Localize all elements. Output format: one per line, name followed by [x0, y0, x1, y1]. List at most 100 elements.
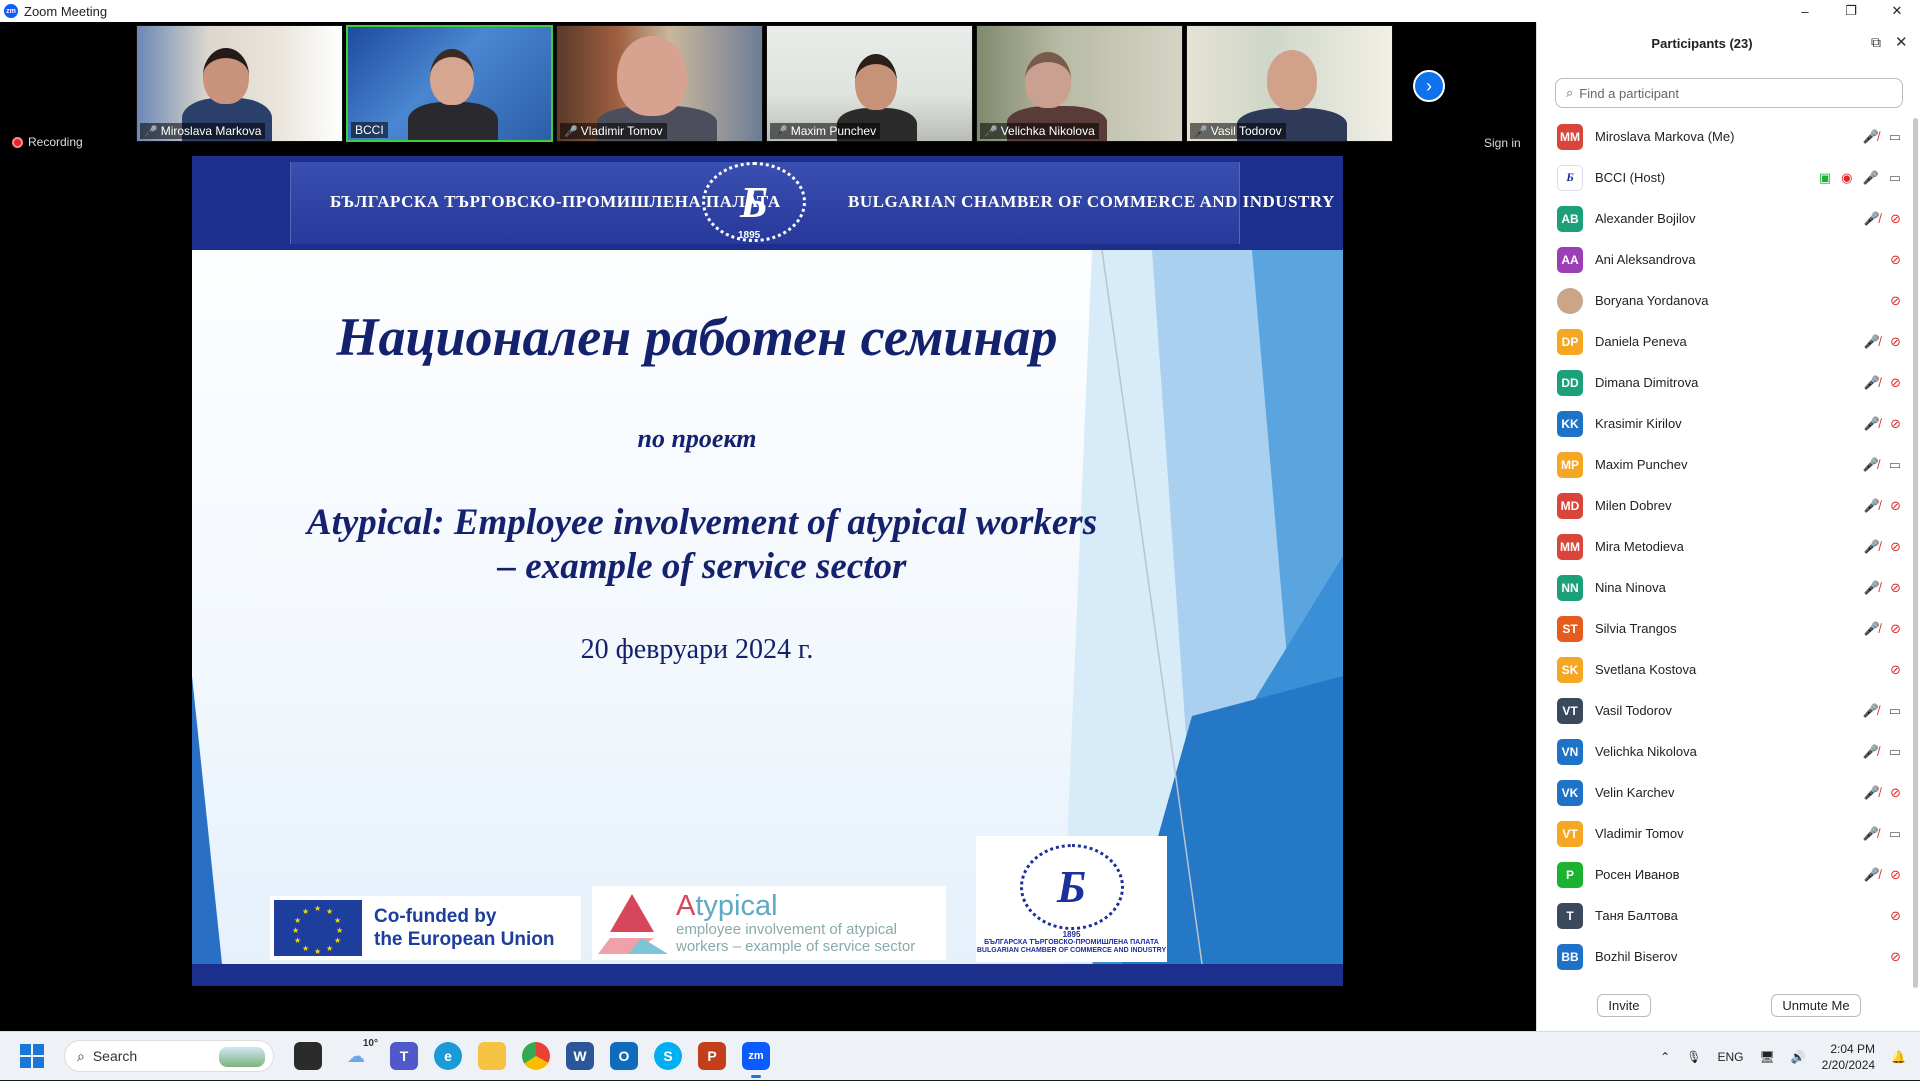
mic-muted-icon: 🎤 [1194, 125, 1208, 138]
participant-avatar: MM [1557, 533, 1583, 560]
participant-row[interactable]: MP Maxim Punchev 🎤̸ ▭ [1537, 444, 1920, 485]
network-icon[interactable]: 🖥 [1759, 1050, 1774, 1064]
clock[interactable]: 2:04 PM 2/20/2024 [1822, 1041, 1875, 1073]
windows-taskbar: ⌕ Search ☁ 10° T e W O S P zm ⌃ 🎙 ENG 🖥 … [0, 1031, 1920, 1080]
skype-app-icon[interactable]: S [654, 1042, 682, 1070]
thumbnail-name: Vasil Todorov [1210, 124, 1282, 138]
camera-off-icon: ⊘ [1890, 907, 1901, 923]
eu-logo-line-1: Co-funded by [374, 906, 497, 927]
camera-off-icon: ⊘ [1890, 538, 1901, 554]
participant-row[interactable]: KK Krasimir Kirilov 🎤̸ ⊘ [1537, 403, 1920, 444]
next-page-arrow-icon[interactable]: › [1413, 70, 1445, 102]
participant-name: Mira Metodieva [1595, 539, 1684, 554]
mic-muted-icon: 🎤̸ [1862, 743, 1879, 759]
participant-row[interactable]: AA Ani Aleksandrova ⊘ [1537, 239, 1920, 280]
chevron-up-icon[interactable]: ⌃ [1660, 1050, 1670, 1064]
participant-search-input[interactable]: ⌕ Find a participant [1555, 78, 1903, 108]
participant-row[interactable]: P Росен Иванов 🎤̸ ⊘ [1537, 854, 1920, 895]
recording-indicator[interactable]: Recording [12, 135, 83, 149]
participant-row[interactable]: T Таня Балтова ⊘ [1537, 895, 1920, 936]
outlook-app-icon[interactable]: O [610, 1042, 638, 1070]
video-thumbnail[interactable]: 🎤 Maxim Punchev [766, 25, 973, 142]
recording-label: Recording [28, 135, 83, 149]
edge-app-icon[interactable]: e [434, 1042, 462, 1070]
windows-start-icon[interactable] [20, 1044, 44, 1068]
camera-on-icon: ▭ [1888, 825, 1901, 841]
close-icon[interactable]: ✕ [1895, 33, 1908, 51]
participant-name: Maxim Punchev [1595, 457, 1688, 472]
powerpoint-app-icon[interactable]: P [698, 1042, 726, 1070]
participant-row[interactable]: DD Dimana Dimitrova 🎤̸ ⊘ [1537, 362, 1920, 403]
system-tray: ⌃ 🎙 ENG 🖥 🔊 2:04 PM 2/20/2024 🔔 [1660, 1032, 1920, 1081]
participant-row[interactable]: AB Alexander Bojilov 🎤̸ ⊘ [1537, 198, 1920, 239]
mic-muted-icon: 🎤̸ [1863, 866, 1881, 882]
file-explorer-icon[interactable] [478, 1042, 506, 1070]
project-line-2: – example of service sector [497, 546, 907, 587]
maximize-button[interactable]: ❐ [1828, 0, 1874, 22]
participant-row[interactable]: NN Nina Ninova 🎤̸ ⊘ [1537, 567, 1920, 608]
slide-project-name: Atypical: Employee involvement of atypic… [232, 501, 1172, 589]
participant-row[interactable]: SK Svetlana Kostova ⊘ [1537, 649, 1920, 690]
microphone-icon[interactable]: 🎙 [1686, 1050, 1701, 1064]
video-thumbnail[interactable]: 🎤 Vasil Todorov [1186, 25, 1393, 142]
participant-row[interactable]: VN Velichka Nikolova 🎤̸ ▭ [1537, 731, 1920, 772]
video-thumbnail-active[interactable]: BCCI [346, 25, 553, 142]
eu-logo-line-2: the European Union [374, 929, 555, 950]
camera-off-icon: ⊘ [1890, 333, 1901, 349]
participant-list-scrollbar[interactable] [1913, 118, 1918, 988]
participant-row[interactable]: VT Vasil Todorov 🎤̸ ▭ [1537, 690, 1920, 731]
participant-avatar: T [1557, 902, 1583, 929]
notification-bell-icon[interactable]: 🔔 [1891, 1050, 1906, 1064]
participant-row[interactable]: Б BCCI (Host) ▣ ◉ 🎤 ▭ [1537, 157, 1920, 198]
bcci-logo: Б 1895 БЪЛГАРСКА ТЪРГОВСКО-ПРОМИШЛЕНА ПА… [976, 836, 1167, 962]
teams-app-icon[interactable]: T [390, 1042, 418, 1070]
volume-icon[interactable]: 🔊 [1791, 1050, 1806, 1064]
search-highlight-image [219, 1047, 265, 1067]
task-view-icon[interactable] [294, 1042, 322, 1070]
participant-row[interactable]: Boryana Yordanova ⊘ [1537, 280, 1920, 321]
mic-muted-icon: 🎤̸ [1862, 456, 1879, 472]
camera-on-icon: ▭ [1888, 128, 1901, 144]
participant-avatar: VK [1557, 779, 1583, 806]
participant-row[interactable]: DP Daniela Peneva 🎤̸ ⊘ [1537, 321, 1920, 362]
mic-muted-icon: 🎤̸ [1863, 579, 1881, 595]
participant-row[interactable]: MD Milen Dobrev 🎤̸ ⊘ [1537, 485, 1920, 526]
clock-time: 2:04 PM [1830, 1041, 1876, 1056]
word-app-icon[interactable]: W [566, 1042, 594, 1070]
video-thumbnail[interactable]: 🎤 Miroslava Markova [136, 25, 343, 142]
slide-title: Национален работен семинар [336, 307, 1058, 367]
participant-avatar: AB [1557, 205, 1583, 232]
participant-name: Bozhil Biserov [1595, 949, 1678, 964]
participant-row[interactable]: VT Vladimir Tomov 🎤̸ ▭ [1537, 813, 1920, 854]
participants-panel: Participants (23) ⧉ ✕ ⌕ Find a participa… [1536, 22, 1920, 1031]
participant-row[interactable]: MM Miroslava Markova (Me) 🎤̸ ▭ [1537, 116, 1920, 157]
video-thumbnail[interactable]: 🎤 Vladimir Tomov [556, 25, 763, 142]
atypical-tagline-2: workers – example of service sector [676, 938, 916, 955]
popout-icon[interactable]: ⧉ [1871, 34, 1881, 51]
language-indicator[interactable]: ENG [1717, 1050, 1743, 1064]
mic-muted-icon: 🎤̸ [1863, 415, 1881, 431]
chrome-app-icon[interactable] [522, 1042, 550, 1070]
unmute-me-button[interactable]: Unmute Me [1771, 994, 1861, 1017]
minimize-button[interactable]: – [1782, 0, 1828, 22]
participant-row[interactable]: MM Mira Metodieva 🎤̸ ⊘ [1537, 526, 1920, 567]
sign-in-link[interactable]: Sign in [1484, 136, 1521, 150]
participant-row[interactable]: ST Silvia Trangos 🎤̸ ⊘ [1537, 608, 1920, 649]
zoom-app-icon[interactable]: zm [742, 1042, 770, 1078]
mic-muted-icon: 🎤̸ [1863, 784, 1881, 800]
invite-button[interactable]: Invite [1597, 994, 1651, 1017]
mic-muted-icon: 🎤 [984, 125, 998, 138]
taskbar-search-input[interactable]: ⌕ Search [64, 1040, 274, 1072]
slide-date: 20 февруари 2024 г. [580, 634, 814, 665]
video-thumbnail[interactable]: 🎤 Velichka Nikolova [976, 25, 1183, 142]
participant-row[interactable]: BB Bozhil Biserov ⊘ [1537, 936, 1920, 977]
slide-header-en-text: BULGARIAN CHAMBER OF COMMERCE AND INDUST… [848, 192, 1335, 211]
mic-muted-icon: 🎤 [144, 125, 158, 138]
participant-row[interactable]: VK Velin Karchev 🎤̸ ⊘ [1537, 772, 1920, 813]
weather-widget[interactable]: ☁ 10° [338, 1038, 378, 1070]
mic-muted-icon: 🎤̸ [1863, 374, 1881, 390]
atypical-logo-word: typical [695, 890, 778, 922]
participant-avatar: VN [1557, 738, 1583, 765]
zoom-app-icon: zm [4, 4, 18, 18]
close-window-button[interactable]: ✕ [1874, 0, 1920, 22]
